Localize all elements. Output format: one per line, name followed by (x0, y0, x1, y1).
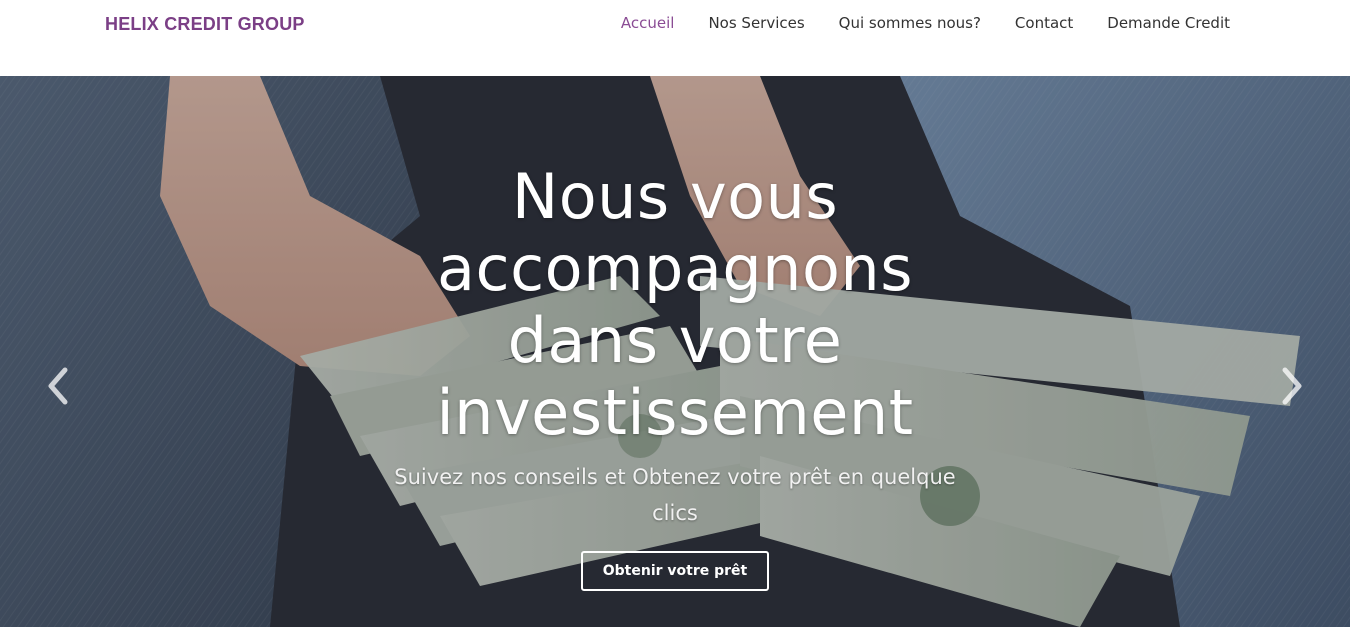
brand-logo[interactable]: HELIX CREDIT GROUP (105, 14, 305, 35)
hero-caption: Nous vous accompagnons dans votre invest… (360, 161, 990, 591)
carousel-prev-button[interactable] (38, 356, 78, 416)
nav-link-qui-sommes-nous[interactable]: Qui sommes nous? (839, 14, 981, 32)
nav-link-demande-credit[interactable]: Demande Credit (1107, 14, 1230, 32)
hero-headline: Nous vous accompagnons dans votre invest… (436, 160, 914, 449)
carousel-next-button[interactable] (1272, 356, 1312, 416)
nav-link-contact[interactable]: Contact (1015, 14, 1073, 32)
hero-subtitle: Suivez nos conseils et Obtenez votre prê… (394, 465, 956, 525)
hero-carousel: Nous vous accompagnons dans votre invest… (0, 76, 1350, 627)
chevron-right-icon (1282, 367, 1302, 405)
chevron-left-icon (48, 367, 68, 405)
nav-link-accueil[interactable]: Accueil (621, 14, 675, 32)
get-loan-button[interactable]: Obtenir votre prêt (580, 551, 770, 591)
nav-link-nos-services[interactable]: Nos Services (708, 14, 804, 32)
top-navbar: HELIX CREDIT GROUP Accueil Nos Services … (0, 0, 1350, 76)
main-nav: Accueil Nos Services Qui sommes nous? Co… (621, 14, 1230, 32)
